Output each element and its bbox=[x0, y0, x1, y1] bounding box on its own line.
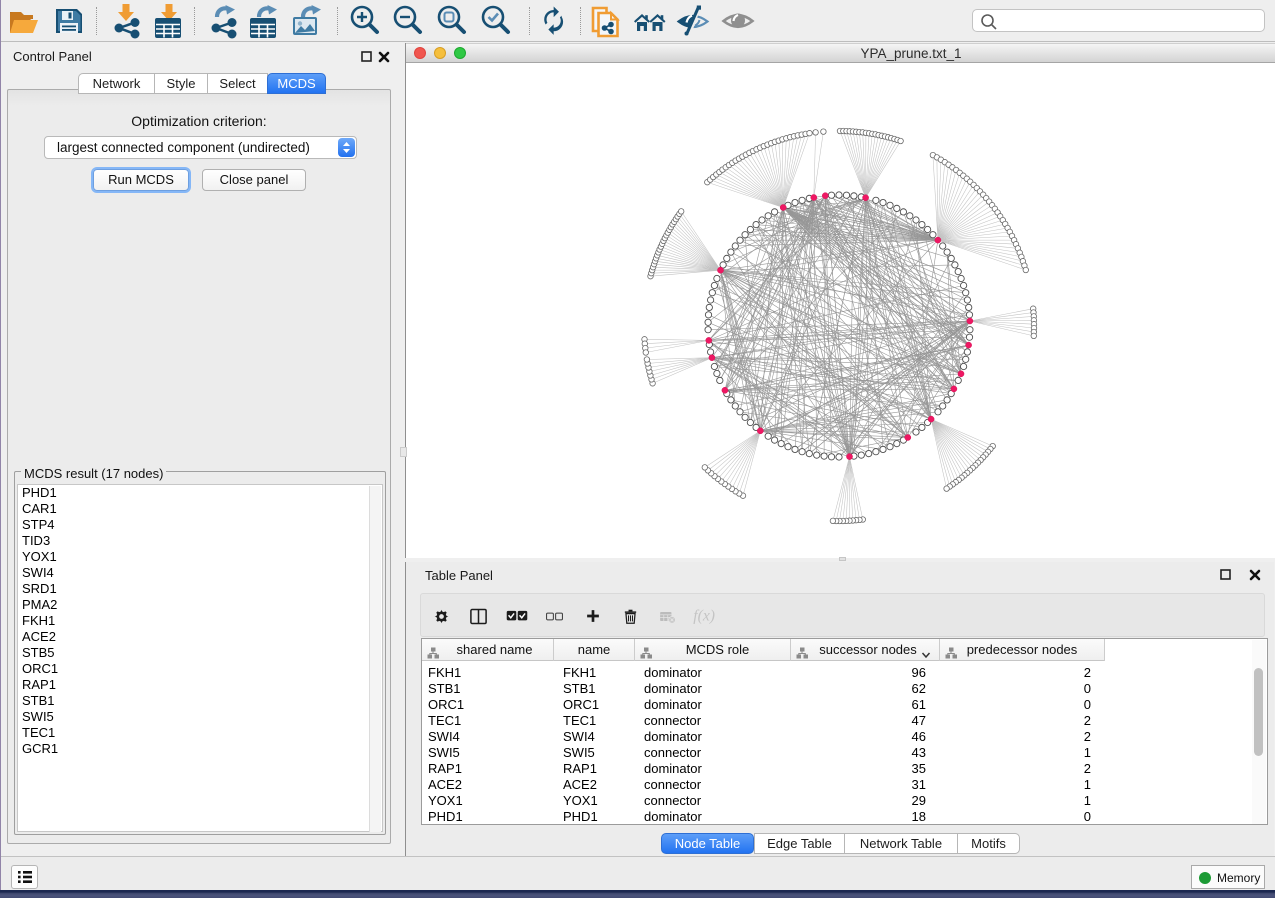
svg-text:f(x): f(x) bbox=[693, 608, 715, 625]
